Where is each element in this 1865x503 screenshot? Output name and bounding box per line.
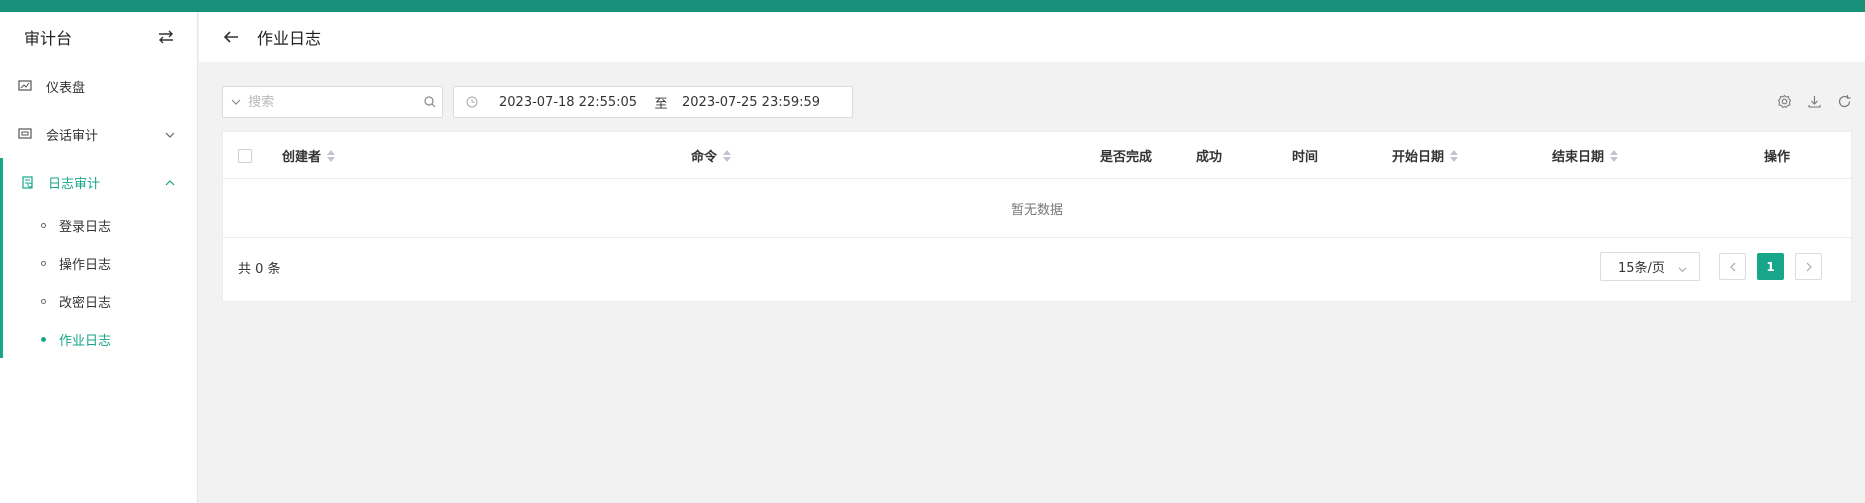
next-page-button[interactable] <box>1795 253 1822 280</box>
select-all-checkbox[interactable] <box>238 148 252 163</box>
column-header-success: 成功 <box>1196 132 1222 179</box>
page-number-current[interactable]: 1 <box>1757 253 1784 280</box>
bullet-icon <box>41 260 46 266</box>
column-header-end-date[interactable]: 结束日期 <box>1552 132 1619 179</box>
column-header-actions: 操作 <box>1764 132 1790 179</box>
column-header-time: 时间 <box>1292 132 1318 179</box>
log-audit-group: 日志审计 登录日志 操作日志 改密日志 作业日志 <box>0 158 197 358</box>
sort-icon[interactable] <box>1610 149 1619 162</box>
column-label: 创建者 <box>282 150 322 165</box>
sidebar-subitem-job-log[interactable]: 作业日志 <box>0 320 197 358</box>
search-filter-dropdown[interactable] <box>223 87 248 117</box>
search-box <box>222 86 443 118</box>
table-tools <box>1777 94 1852 109</box>
page-size-select[interactable]: 15条/页 <box>1600 252 1700 281</box>
sidebar-subitem-label: 作业日志 <box>59 333 112 349</box>
chevron-down-icon <box>165 129 175 139</box>
sidebar-subitem-login-log[interactable]: 登录日志 <box>0 206 197 244</box>
sidebar-subitem-label: 操作日志 <box>59 257 112 273</box>
sidebar-item-label: 仪表盘 <box>46 80 86 96</box>
sidebar-item-session-audit[interactable]: 会话审计 <box>0 110 197 158</box>
column-label: 是否完成 <box>1100 150 1153 165</box>
log-audit-icon <box>22 176 36 189</box>
page-title: 作业日志 <box>257 29 322 48</box>
date-end[interactable]: 2023-07-25 23:59:59 <box>672 95 852 110</box>
back-arrow-icon[interactable] <box>223 30 239 44</box>
page-size-value: 15条/页 <box>1618 261 1665 276</box>
column-label: 命令 <box>691 150 718 165</box>
chevron-up-icon <box>165 177 175 187</box>
clock-icon <box>454 96 490 108</box>
prev-page-button[interactable] <box>1719 253 1746 280</box>
column-header-start-date[interactable]: 开始日期 <box>1392 132 1459 179</box>
sidebar-item-dashboard[interactable]: 仪表盘 <box>0 62 197 110</box>
sort-icon[interactable] <box>1450 149 1459 162</box>
bullet-icon <box>41 298 46 304</box>
swap-icon[interactable] <box>157 30 175 44</box>
table-footer: 共 0 条 15条/页 1 <box>223 238 1851 301</box>
sidebar-item-label: 日志审计 <box>48 176 101 192</box>
sort-icon[interactable] <box>723 149 732 162</box>
sidebar-title: 审计台 <box>24 29 73 48</box>
sidebar-subitem-password-change-log[interactable]: 改密日志 <box>0 282 197 320</box>
sidebar: 审计台 仪表盘 会话审计 日志审计 登录日志 操作日志 改密日志 作业日志 <box>0 12 198 503</box>
chevron-down-icon <box>231 99 241 105</box>
sort-icon[interactable] <box>327 149 336 162</box>
column-label: 开始日期 <box>1392 150 1445 165</box>
sidebar-item-log-audit[interactable]: 日志审计 <box>0 158 197 206</box>
chevron-right-icon <box>1806 262 1812 271</box>
data-table: 创建者 命令 是否完成 成功 时间 开始日期 结束日期 操作 暂无数据 共 0 … <box>222 131 1852 302</box>
table-header: 创建者 命令 是否完成 成功 时间 开始日期 结束日期 操作 <box>223 132 1851 179</box>
sidebar-item-label: 会话审计 <box>46 128 99 144</box>
search-icon[interactable] <box>418 96 442 108</box>
total-count: 共 0 条 <box>238 262 281 277</box>
settings-icon[interactable] <box>1777 94 1792 109</box>
search-input[interactable] <box>248 87 419 117</box>
bullet-icon <box>41 336 46 342</box>
column-label: 时间 <box>1292 150 1319 165</box>
session-icon <box>18 128 32 140</box>
date-start[interactable]: 2023-07-18 22:55:05 <box>490 95 650 110</box>
chevron-left-icon <box>1729 262 1735 271</box>
bullet-icon <box>41 222 46 228</box>
column-label: 操作 <box>1764 150 1791 165</box>
dashboard-icon <box>18 80 32 92</box>
chevron-down-icon <box>1678 263 1687 278</box>
sidebar-subitem-label: 改密日志 <box>59 295 112 311</box>
sidebar-subitem-label: 登录日志 <box>59 219 112 235</box>
column-label: 成功 <box>1196 150 1223 165</box>
download-icon[interactable] <box>1807 94 1822 109</box>
sidebar-header: 审计台 <box>0 12 197 62</box>
date-range-picker[interactable]: 2023-07-18 22:55:05 至 2023-07-25 23:59:5… <box>453 86 853 118</box>
top-bar <box>0 0 1865 12</box>
date-separator: 至 <box>654 96 668 112</box>
column-header-is-finished: 是否完成 <box>1100 132 1152 179</box>
sidebar-subitem-operation-log[interactable]: 操作日志 <box>0 244 197 282</box>
column-label: 结束日期 <box>1552 150 1605 165</box>
select-all-cell <box>238 132 252 179</box>
column-header-creator[interactable]: 创建者 <box>282 132 336 179</box>
page-header: 作业日志 <box>199 12 1865 62</box>
column-header-command[interactable]: 命令 <box>691 132 732 179</box>
toolbar: 2023-07-18 22:55:05 至 2023-07-25 23:59:5… <box>222 86 1852 118</box>
empty-state: 暂无数据 <box>223 179 1851 238</box>
refresh-icon[interactable] <box>1837 94 1852 109</box>
